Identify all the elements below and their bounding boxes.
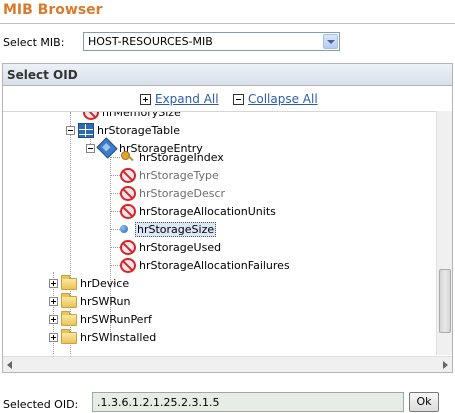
tree-node-hrstoragetype[interactable]: hrStorageType (120, 166, 219, 184)
collapse-all-button[interactable]: Collapse All (233, 92, 318, 106)
key-icon (120, 150, 136, 164)
no-access-icon (83, 112, 99, 120)
select-mib-label: Select MIB: (3, 36, 65, 49)
table-icon (78, 122, 94, 138)
expand-node-icon[interactable] (49, 314, 58, 324)
tree-node-label: hrDevice (80, 276, 130, 290)
tree-node-label: hrStorageAllocationUnits (139, 204, 276, 218)
tree-node-label: hrSWRunPerf (80, 312, 152, 326)
tree-node-hrstorageallocationfailures[interactable]: hrStorageAllocationFailures (120, 256, 290, 274)
tree-node-label: hrSWRun (80, 294, 131, 308)
selected-oid-value: .1.3.6.1.2.1.25.2.3.1.5 (97, 396, 220, 409)
panel-header: Select OID (3, 64, 452, 86)
no-access-icon (120, 167, 136, 183)
tree-node-hrstoragedescr[interactable]: hrStorageDescr (120, 184, 225, 202)
scroll-right-icon[interactable] (443, 361, 448, 369)
vertical-scroll-thumb[interactable] (439, 269, 451, 333)
tree-node-hrstoragesize[interactable]: hrStorageSize (116, 220, 217, 238)
expand-node-icon[interactable] (49, 278, 58, 288)
tree-node-label: hrStorageIndex (139, 150, 224, 164)
folder-icon (61, 293, 77, 308)
tree-node-hrswrun[interactable]: hrSWRun (49, 292, 130, 310)
collapse-node-icon[interactable] (86, 143, 95, 153)
app-title: MIB Browser (3, 2, 103, 18)
oid-tree[interactable]: hrMemorySize hrStorageTable hrStorageEnt… (3, 111, 436, 355)
tree-node-label: hrSWInstalled (80, 330, 157, 344)
tree-node-hrstoragetable[interactable]: hrStorageTable (66, 121, 180, 139)
expand-all-icon (138, 91, 151, 105)
selected-oid-label: Selected OID: (3, 398, 79, 411)
collapse-node-icon[interactable] (66, 125, 75, 135)
tree-node-hrswrunperf[interactable]: hrSWRunPerf (49, 310, 152, 328)
expand-all-button[interactable]: Expand All (138, 91, 219, 106)
tree-toolbar: Expand All Collapse All (3, 91, 452, 108)
tree-node-label: hrStorageDescr (139, 186, 226, 200)
folder-icon (61, 275, 77, 290)
folder-icon (61, 311, 77, 326)
tree-node-label: hrStorageType (139, 168, 219, 182)
no-access-icon (120, 239, 136, 255)
tree-node-label: hrMemorySize (102, 111, 181, 119)
panel-title: Select OID (7, 68, 78, 82)
collapse-all-icon (233, 93, 244, 105)
expand-all-link[interactable]: Expand All (155, 92, 219, 106)
tree-node-label: hrStorageUsed (139, 240, 222, 254)
tree-node-label: hrStorageAllocationFailures (139, 258, 290, 272)
tree-node-label-selected: hrStorageSize (135, 221, 217, 237)
tree-node-partial[interactable]: hrMemorySize (83, 111, 181, 121)
tree-node-hrstorageused[interactable]: hrStorageUsed (120, 238, 221, 256)
collapse-all-link[interactable]: Collapse All (248, 92, 318, 106)
no-access-icon (120, 203, 136, 219)
selected-oid-field[interactable]: .1.3.6.1.2.1.25.2.3.1.5 (92, 392, 404, 412)
scroll-left-icon[interactable] (7, 361, 12, 369)
mib-dropdown-value: HOST-RESOURCES-MIB (88, 35, 213, 48)
ok-button[interactable]: Ok (409, 392, 439, 412)
tree-node-hrstorageallocationunits[interactable]: hrStorageAllocationUnits (120, 202, 276, 220)
folder-icon (61, 329, 77, 344)
title-divider (0, 23, 455, 24)
horizontal-scrollbar[interactable] (3, 356, 452, 372)
chevron-down-icon[interactable] (323, 34, 338, 49)
no-access-icon (120, 185, 136, 201)
tree-node-label: hrStorageTable (97, 123, 180, 137)
select-oid-panel: Select OID Expand All Collapse All hrMem… (2, 63, 453, 373)
tree-node-hrdevice[interactable]: hrDevice (49, 274, 129, 292)
entry-icon (96, 137, 118, 159)
tree-node-hrswinstalled[interactable]: hrSWInstalled (49, 328, 156, 346)
expand-node-icon[interactable] (49, 332, 58, 342)
expand-node-icon[interactable] (49, 296, 58, 306)
tree-node-hrstorageindex[interactable]: hrStorageIndex (120, 148, 224, 166)
leaf-dot-icon (120, 225, 128, 233)
vertical-scrollbar[interactable] (436, 111, 452, 355)
mib-dropdown[interactable]: HOST-RESOURCES-MIB (83, 32, 340, 51)
no-access-icon (120, 257, 136, 273)
